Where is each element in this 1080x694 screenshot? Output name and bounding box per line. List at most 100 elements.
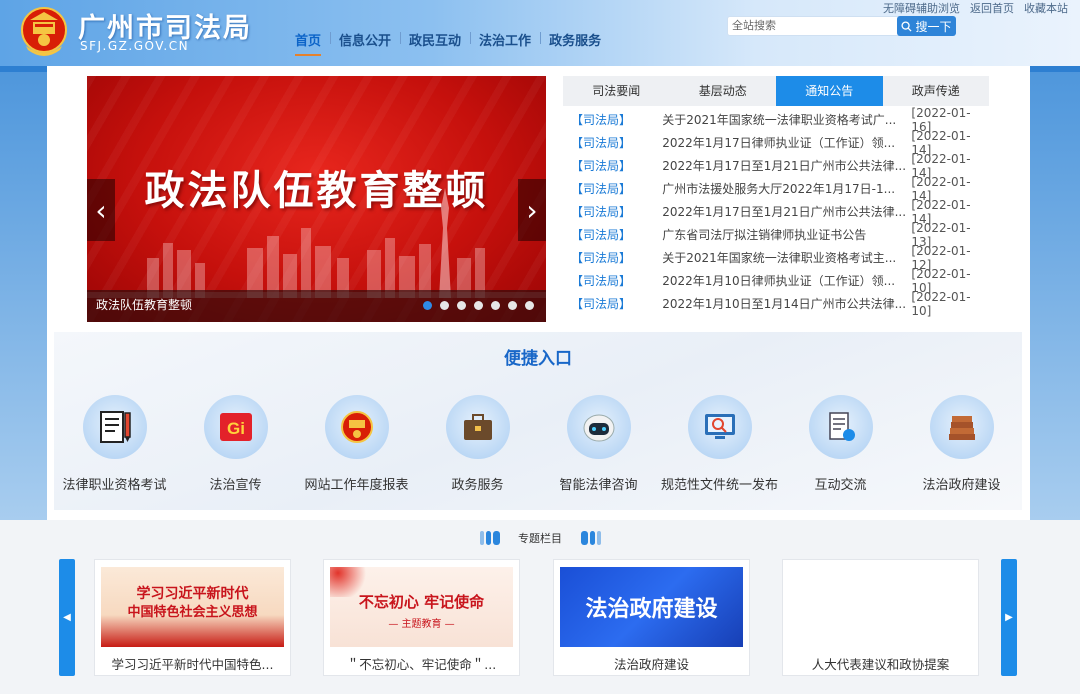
search-button[interactable]: 搜一下 xyxy=(897,16,956,36)
news-source[interactable]: 【司法局】 xyxy=(571,249,662,266)
briefcase-icon xyxy=(445,395,510,459)
topic-card-xi-thought[interactable]: 学习习近平新时代 中国特色社会主义思想 学习习近平新时代中国特色... xyxy=(94,559,291,676)
search-button-label: 搜一下 xyxy=(915,19,952,34)
nav-home[interactable]: 首页 xyxy=(286,30,330,56)
topic-image-text: 学习习近平新时代 xyxy=(136,586,249,602)
topic-image-text: 法治政府建设 xyxy=(585,596,718,622)
quick-item-interaction[interactable]: 互动交流 xyxy=(780,395,901,493)
topic-card-npc-proposals[interactable]: 人大代表建议和政协提案 xyxy=(782,559,979,676)
quick-item-rule-of-law[interactable]: 法治政府建设 xyxy=(901,395,1022,493)
quick-item-annual-report[interactable]: 网站工作年度报表 xyxy=(296,395,417,493)
news-title[interactable]: 广东省司法厅拟注销律师执业证书公告 xyxy=(662,226,911,243)
tab-notices[interactable]: 通知公告 xyxy=(776,76,883,106)
news-item[interactable]: 【司法局】 2022年1月10日至1月14日广州市公共法律... [2022-01-… xyxy=(563,289,989,318)
tab-policy-voice[interactable]: 政声传递 xyxy=(883,76,990,106)
topics-deco-pill xyxy=(485,531,491,545)
news-title[interactable]: 广州市法援处服务大厅2022年1月17日-1... xyxy=(662,180,911,197)
quick-item-label: 法治政府建设 xyxy=(922,478,1001,493)
nav-public-interaction[interactable]: 政民互动 xyxy=(400,30,470,49)
quick-item-label: 法治宣传 xyxy=(209,478,262,493)
topics-deco-pill xyxy=(479,531,484,545)
carousel-dot[interactable] xyxy=(457,301,466,310)
accessibility-link[interactable]: 无障碍辅助浏览 xyxy=(883,0,960,16)
carousel-dot[interactable] xyxy=(474,301,483,310)
quick-item-label: 智能法律咨询 xyxy=(559,478,638,493)
monitor-search-icon xyxy=(687,395,752,459)
carousel-dot[interactable] xyxy=(491,301,500,310)
quick-item-label: 规范性文件统一发布 xyxy=(660,478,778,493)
news-title[interactable]: 关于2021年国家统一法律职业资格考试广... xyxy=(662,111,911,128)
quick-entrance-section: 便捷入口 法律职业资格考试 Gi 法治宣传 网站工作年度报表 政务服务 智能法律… xyxy=(54,332,1022,510)
banner-caption[interactable]: 政法队伍教育整顿 xyxy=(96,296,192,313)
tab-judicial-news[interactable]: 司法要闻 xyxy=(563,76,670,106)
topics-deco-pill xyxy=(492,531,500,545)
banner-carousel[interactable]: 政法队伍教育整顿 ‹ › 政法队伍教育整顿 xyxy=(87,76,546,322)
topic-label: ＂不忘初心、牢记使命＂... xyxy=(346,657,497,672)
news-title[interactable]: 2022年1月17日至1月21日广州市公共法律... xyxy=(662,157,911,174)
topics-next-button[interactable]: ▶ xyxy=(1001,559,1017,676)
topic-image: 不忘初心 牢记使命 — 主题教育 — xyxy=(330,567,513,647)
national-emblem-icon[interactable] xyxy=(20,6,68,58)
news-title[interactable]: 2022年1月10日律师执业证（工作证）领... xyxy=(662,272,911,289)
home-link[interactable]: 返回首页 xyxy=(970,0,1014,16)
topic-card-original-mission[interactable]: 不忘初心 牢记使命 — 主题教育 — ＂不忘初心、牢记使命＂... xyxy=(323,559,520,676)
carousel-dot[interactable] xyxy=(525,301,534,310)
quick-entrance-title: 便捷入口 xyxy=(504,349,572,369)
carousel-dot[interactable] xyxy=(423,301,432,310)
page-background-left xyxy=(0,72,47,520)
nav-gov-services[interactable]: 政务服务 xyxy=(540,30,610,49)
news-source[interactable]: 【司法局】 xyxy=(571,295,662,312)
main-nav: 首页 信息公开 政民互动 法治工作 政务服务 xyxy=(286,30,610,56)
document-pen-icon xyxy=(82,395,147,459)
news-source[interactable]: 【司法局】 xyxy=(571,157,662,174)
quick-item-smart-consult[interactable]: 智能法律咨询 xyxy=(538,395,659,493)
nav-legal-work[interactable]: 法治工作 xyxy=(470,30,540,49)
quick-entrance-list: 法律职业资格考试 Gi 法治宣传 网站工作年度报表 政务服务 智能法律咨询 规范… xyxy=(54,395,1022,493)
topic-image xyxy=(789,567,972,647)
emblem-icon xyxy=(324,395,389,459)
news-title[interactable]: 2022年1月17日律师执业证（工作证）领... xyxy=(662,134,911,151)
news-source[interactable]: 【司法局】 xyxy=(571,111,662,128)
topic-label: 人大代表建议和政协提案 xyxy=(811,657,950,672)
topic-card-rule-of-law-gov[interactable]: 法治政府建设 法治政府建设 xyxy=(553,559,750,676)
robot-icon xyxy=(566,395,631,459)
quick-item-label: 网站工作年度报表 xyxy=(304,478,409,493)
bookmark-link[interactable]: 收藏本站 xyxy=(1024,0,1068,16)
topics-deco-pill xyxy=(589,531,595,545)
carousel-next-button[interactable]: › xyxy=(518,179,546,241)
news-source[interactable]: 【司法局】 xyxy=(571,272,662,289)
news-source[interactable]: 【司法局】 xyxy=(571,203,662,220)
site-header: 广州市司法局 SFJ.GZ.GOV.CN 首页 信息公开 政民互动 法治工作 政… xyxy=(0,0,1080,66)
search-input[interactable] xyxy=(732,18,892,34)
document-chat-icon xyxy=(808,395,873,459)
news-panel: 司法要闻 基层动态 通知公告 政声传递 【司法局】 关于2021年国家统一法律职业… xyxy=(563,76,989,324)
quick-item-legal-publicity[interactable]: Gi 法治宣传 xyxy=(175,395,296,493)
topic-label: 学习习近平新时代中国特色... xyxy=(111,657,274,672)
quick-item-normative-docs[interactable]: 规范性文件统一发布 xyxy=(659,395,780,493)
news-source[interactable]: 【司法局】 xyxy=(571,134,662,151)
page-background-right xyxy=(1030,72,1080,520)
news-date: [2022-01-10] xyxy=(911,289,971,318)
news-source[interactable]: 【司法局】 xyxy=(571,226,662,243)
carousel-dot[interactable] xyxy=(508,301,517,310)
carousel-dot[interactable] xyxy=(440,301,449,310)
quick-item-gov-services[interactable]: 政务服务 xyxy=(417,395,538,493)
news-title[interactable]: 2022年1月10日至1月14日广州市公共法律... xyxy=(662,295,911,312)
topics-deco-pill xyxy=(596,531,601,545)
quick-item-label: 政务服务 xyxy=(451,478,504,493)
quick-item-law-exam[interactable]: 法律职业资格考试 xyxy=(54,395,175,493)
carousel-prev-button[interactable]: ‹ xyxy=(87,179,115,241)
news-source[interactable]: 【司法局】 xyxy=(571,180,662,197)
news-title[interactable]: 关于2021年国家统一法律职业资格考试主... xyxy=(662,249,911,266)
topics-deco-pill xyxy=(580,531,588,545)
topic-image-text: — 主题教育 — xyxy=(388,619,455,630)
topics-heading: 专题栏目 xyxy=(518,532,562,545)
news-title[interactable]: 2022年1月17日至1月21日广州市公共法律... xyxy=(662,203,911,220)
svg-text:Gi: Gi xyxy=(227,419,245,438)
topics-prev-button[interactable]: ◀ xyxy=(59,559,75,676)
books-icon xyxy=(929,395,994,459)
carousel-dots xyxy=(423,301,534,310)
nav-info-disclosure[interactable]: 信息公开 xyxy=(330,30,400,49)
tab-grassroots[interactable]: 基层动态 xyxy=(670,76,777,106)
topic-image-text: 不忘初心 牢记使命 xyxy=(358,593,485,611)
